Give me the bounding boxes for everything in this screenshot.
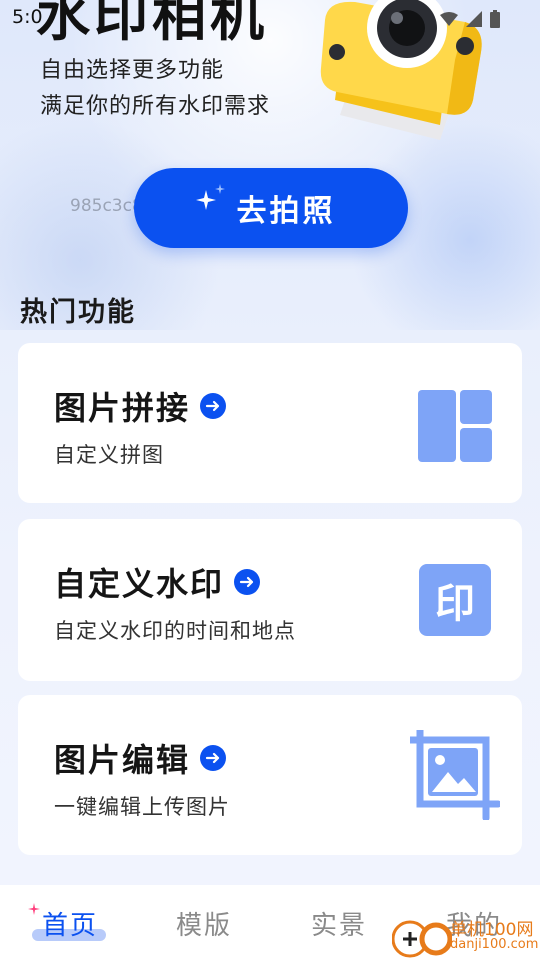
tab-sparkle-icon	[28, 903, 40, 915]
battery-icon	[490, 10, 500, 28]
feature-card-custom-watermark[interactable]: 自定义水印 自定义水印的时间和地点 印	[18, 519, 522, 681]
card-title-text: 图片编辑	[54, 741, 191, 779]
watermark-logo-icon	[392, 920, 452, 958]
tab-live-scene[interactable]: 实景	[311, 905, 367, 942]
section-title: 热门功能	[20, 297, 136, 328]
take-photo-button[interactable]: 去拍照	[134, 168, 408, 248]
arrow-right-circle-icon	[200, 745, 227, 771]
card-title: 自定义水印	[54, 559, 261, 605]
card-title: 图片编辑	[54, 735, 227, 781]
signal-icon	[466, 11, 482, 27]
tab-templates[interactable]: 模版	[176, 905, 232, 942]
feature-card-image-edit[interactable]: 图片编辑 一键编辑上传图片	[18, 695, 522, 855]
card-title: 图片拼接	[54, 383, 227, 429]
watermark-url: danji100.com	[450, 937, 539, 952]
stamp-yin-icon: 印	[419, 564, 491, 636]
wifi-icon	[440, 12, 458, 26]
site-watermark: 单机100网 danji100.com	[392, 915, 540, 960]
card-desc: 自定义水印的时间和地点	[54, 619, 296, 643]
crop-image-icon	[410, 730, 500, 820]
hero-subtitle-line1: 自由选择更多功能	[40, 58, 225, 83]
card-title-text: 自定义水印	[54, 565, 225, 603]
take-photo-label: 去拍照	[236, 194, 336, 229]
arrow-right-circle-icon	[200, 393, 227, 419]
collage-layout-icon	[418, 390, 492, 462]
hero-subtitle-line2: 满足你的所有水印需求	[40, 94, 271, 119]
status-bar: 5:0	[0, 0, 540, 36]
status-time: 5:0	[12, 6, 43, 28]
card-desc: 一键编辑上传图片	[54, 795, 230, 819]
stamp-glyph: 印	[435, 581, 475, 627]
feature-card-collage[interactable]: 图片拼接 自定义拼图	[18, 343, 522, 503]
sparkle-icon	[196, 184, 225, 210]
tab-home[interactable]: 首页	[42, 905, 98, 942]
status-icons	[440, 10, 500, 28]
arrow-right-circle-icon	[234, 569, 261, 595]
card-title-text: 图片拼接	[54, 389, 191, 427]
card-desc: 自定义拼图	[54, 443, 164, 467]
